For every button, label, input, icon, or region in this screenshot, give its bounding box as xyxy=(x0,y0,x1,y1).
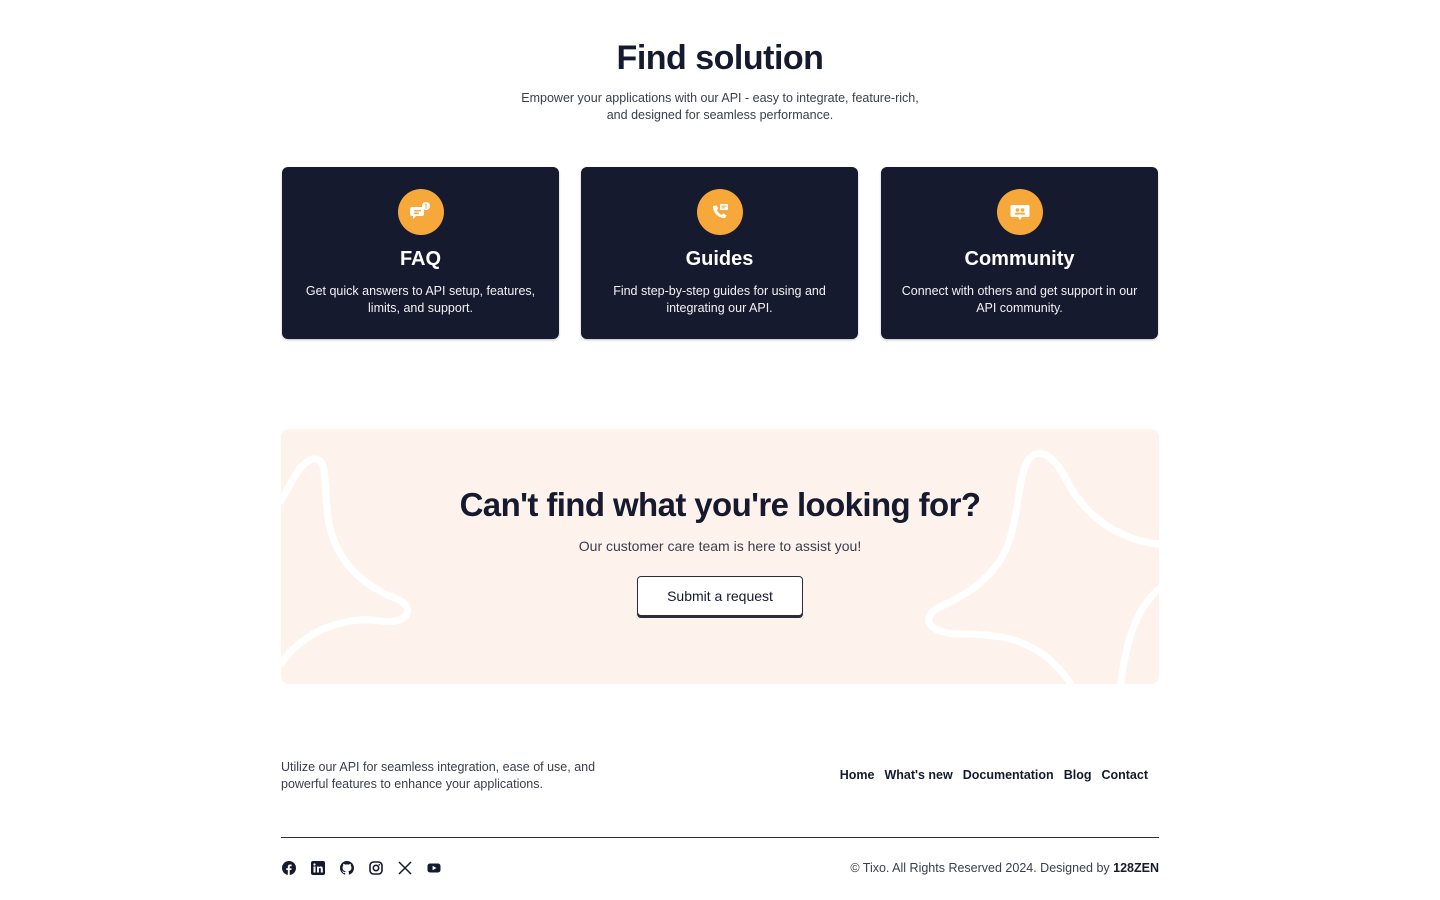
footer-divider xyxy=(281,837,1159,838)
cta-subtitle: Our customer care team is here to assist… xyxy=(578,538,862,554)
copyright-text: © Tixo. All Rights Reserved 2024. Design… xyxy=(850,861,1114,875)
youtube-icon[interactable] xyxy=(426,860,441,875)
card-title: Guides xyxy=(685,248,754,270)
card-title: FAQ xyxy=(399,248,442,270)
instagram-icon[interactable] xyxy=(368,860,383,875)
footer-link-whats-new[interactable]: What's new xyxy=(884,768,952,782)
faq-card[interactable]: FAQ Get quick answers to API setup, feat… xyxy=(282,167,559,339)
footer-link-home[interactable]: Home xyxy=(840,768,875,782)
faq-chat-icon xyxy=(397,189,444,235)
card-title: Community xyxy=(964,248,1075,270)
solution-cards: FAQ Get quick answers to API setup, feat… xyxy=(282,167,1158,339)
card-description: Connect with others and get support in o… xyxy=(901,284,1138,315)
github-icon[interactable] xyxy=(339,860,354,875)
background-decoration xyxy=(281,449,1159,684)
help-cta-section: Can't find what you're looking for? Our … xyxy=(281,429,1159,684)
page-title: Find solution xyxy=(616,39,824,77)
linkedin-icon[interactable] xyxy=(310,860,325,875)
social-links xyxy=(281,860,441,875)
card-description: Find step-by-step guides for using and i… xyxy=(613,284,826,315)
x-icon[interactable] xyxy=(397,860,412,875)
community-chat-icon xyxy=(996,189,1043,235)
community-card[interactable]: Community Connect with others and get su… xyxy=(881,167,1158,339)
footer-nav: Home What's new Documentation Blog Conta… xyxy=(840,768,1148,782)
cta-title: Can't find what you're looking for? xyxy=(459,486,981,523)
guides-card[interactable]: Guides Find step-by-step guides for usin… xyxy=(581,167,858,339)
footer-description: Utilize our API for seamless integration… xyxy=(281,760,596,791)
hero-section: Find solution Empower your applications … xyxy=(0,38,1440,124)
footer-link-blog[interactable]: Blog xyxy=(1064,768,1092,782)
footer-link-documentation[interactable]: Documentation xyxy=(963,768,1054,782)
card-description: Get quick answers to API setup, features… xyxy=(305,284,536,315)
submit-request-button[interactable]: Submit a request xyxy=(637,576,803,616)
page-subtitle: Empower your applications with our API -… xyxy=(521,91,919,122)
designer-link[interactable]: 128ZEN xyxy=(1113,861,1159,875)
facebook-icon[interactable] xyxy=(281,860,296,875)
footer-link-contact[interactable]: Contact xyxy=(1101,768,1148,782)
copyright: © Tixo. All Rights Reserved 2024. Design… xyxy=(850,861,1159,876)
guides-phone-icon xyxy=(696,189,743,235)
